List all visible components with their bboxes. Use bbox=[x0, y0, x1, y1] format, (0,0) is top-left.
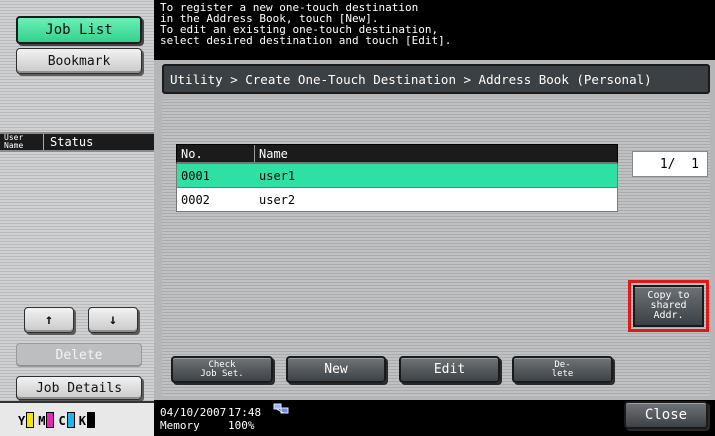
edit-button[interactable]: Edit bbox=[399, 356, 500, 383]
table-row[interactable]: 0001 user1 bbox=[176, 164, 618, 188]
scroll-down-button[interactable]: ↓ bbox=[88, 307, 138, 333]
row-name: user1 bbox=[259, 168, 296, 183]
user-name-column-header: User Name bbox=[0, 134, 44, 150]
network-status-icon bbox=[273, 402, 289, 416]
close-button[interactable]: Close bbox=[624, 401, 708, 429]
row-name: user2 bbox=[259, 192, 296, 207]
time-text: 17:48 bbox=[228, 406, 262, 419]
row-number: 0001 bbox=[181, 168, 210, 183]
delete-job-button[interactable]: Delete bbox=[16, 343, 142, 367]
table-header: No. Name bbox=[176, 144, 618, 164]
toner-level-bar-yellow bbox=[26, 411, 35, 428]
delete-destination-button[interactable]: De- lete bbox=[512, 356, 613, 383]
memory-label: Memory bbox=[160, 419, 200, 432]
breadcrumb-text: Utility > Create One-Touch Destination >… bbox=[170, 71, 652, 87]
toner-black: K bbox=[78, 411, 95, 428]
instruction-message: To register a new one-touch destination … bbox=[154, 0, 715, 60]
name-column-header: Name bbox=[259, 146, 288, 161]
toner-yellow: Y bbox=[18, 411, 35, 428]
up-arrow-icon: ↑ bbox=[44, 312, 54, 328]
status-column-header: Status bbox=[50, 135, 94, 149]
check-job-settings-button[interactable]: Check Job Set. bbox=[171, 356, 273, 383]
toner-level-bar-cyan bbox=[66, 411, 75, 428]
memory-value: 100% bbox=[228, 419, 255, 432]
job-list-button[interactable]: Job List bbox=[16, 16, 142, 44]
job-details-button[interactable]: Job Details bbox=[16, 376, 142, 400]
no-column-header: No. bbox=[177, 145, 255, 162]
check-job-set-line2: Job Set. bbox=[200, 368, 244, 379]
toner-letter-y: Y bbox=[18, 413, 26, 428]
row-number: 0002 bbox=[181, 192, 210, 207]
new-button[interactable]: New bbox=[286, 356, 386, 383]
content-panel bbox=[162, 98, 710, 396]
page-counter: 1/ 1 bbox=[632, 151, 708, 177]
breadcrumb: Utility > Create One-Touch Destination >… bbox=[162, 64, 710, 94]
toner-indicator: Y M C K bbox=[0, 401, 154, 436]
toner-letter-m: M bbox=[38, 413, 46, 428]
date-text: 04/10/2007 bbox=[160, 406, 227, 419]
scroll-up-button[interactable]: ↑ bbox=[24, 307, 74, 333]
user-name-label-line2: Name bbox=[4, 141, 24, 150]
table-row[interactable]: 0002 user2 bbox=[176, 188, 618, 212]
toner-letter-k: K bbox=[78, 413, 86, 428]
job-list-header: User Name Status bbox=[0, 132, 154, 152]
copy-to-shared-address-button[interactable]: Copy to shared Addr. bbox=[633, 285, 704, 327]
toner-magenta: M bbox=[38, 411, 55, 428]
message-line-4: select desired destination and touch [Ed… bbox=[160, 34, 452, 47]
toner-level-bar-black bbox=[86, 411, 95, 428]
toner-cyan: C bbox=[58, 411, 75, 428]
bookmark-button[interactable]: Bookmark bbox=[16, 48, 142, 74]
delete-line2: lete bbox=[551, 368, 574, 379]
address-book-table: No. Name 0001 user1 0002 user2 bbox=[176, 144, 618, 212]
toner-letter-c: C bbox=[58, 413, 66, 428]
toner-level-bar-magenta bbox=[46, 411, 55, 428]
down-arrow-icon: ↓ bbox=[108, 312, 118, 328]
